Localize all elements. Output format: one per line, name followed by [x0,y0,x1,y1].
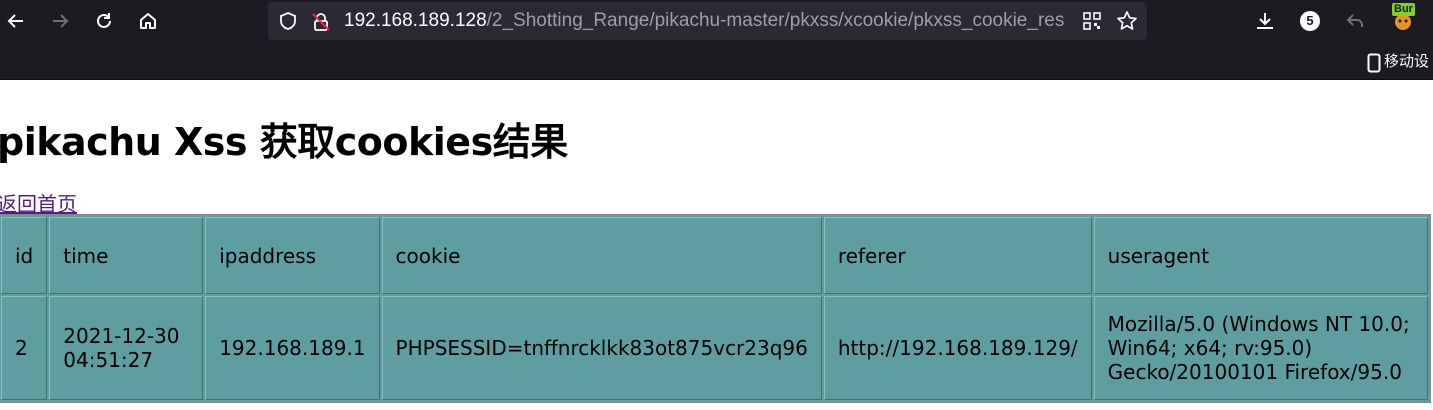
url-path: /2_Shotting_Range/pikachu-master/pkxss/x… [486,10,1064,31]
cell-referer: http://192.168.189.129/ [823,296,1092,400]
table-row: 2 2021-12-30 04:51:27 192.168.189.1 PHPS… [1,296,1428,400]
burp-extension-label: Bur [1392,3,1415,16]
cell-id: 2 [1,296,48,400]
bookmarks-bar: 移动设 [0,42,1433,80]
header-referer: referer [823,217,1092,294]
shield-icon[interactable] [278,11,298,31]
url-text[interactable]: 192.168.189.128/2_Shotting_Range/pikachu… [344,2,1064,40]
mobile-device-icon[interactable] [1367,53,1381,73]
back-arrow-icon [7,14,23,28]
cookie-results-table: id time ipaddress cookie referer userage… [0,214,1431,403]
home-icon [140,13,156,29]
url-bar[interactable]: 192.168.189.128/2_Shotting_Range/pikachu… [268,2,1147,40]
extension-badge[interactable]: 5 [1300,11,1320,31]
forward-button[interactable] [44,5,76,37]
forward-arrow-icon [53,14,69,28]
page-content: pikachu Xss 获取cookies结果 返回首页 id time ipa… [0,81,1433,410]
cell-ipaddress: 192.168.189.1 [205,296,380,400]
header-ipaddress: ipaddress [205,217,380,294]
cell-cookie: PHPSESSID=tnffnrcklkk83ot875vcr23q96 [381,296,822,400]
download-icon[interactable] [1254,10,1276,32]
cell-time: 2021-12-30 04:51:27 [49,296,204,400]
table-header-row: id time ipaddress cookie referer userage… [1,217,1428,294]
reload-button[interactable] [88,5,120,37]
qr-code-icon[interactable] [1082,11,1102,31]
page-title: pikachu Xss 获取cookies结果 [0,120,568,164]
reply-arrow-icon[interactable] [1344,10,1366,32]
browser-toolbar: 192.168.189.128/2_Shotting_Range/pikachu… [0,0,1433,42]
header-useragent: useragent [1093,217,1428,294]
insecure-lock-icon[interactable] [310,11,332,33]
url-host: 192.168.189.128 [344,10,487,31]
mobile-mode-label[interactable]: 移动设 [1384,42,1429,80]
header-time: time [49,217,204,294]
home-link[interactable]: 返回首页 [0,188,77,217]
back-button[interactable] [0,5,32,37]
cell-useragent: Mozilla/5.0 (Windows NT 10.0; Win64; x64… [1093,296,1428,400]
header-id: id [1,217,48,294]
header-cookie: cookie [381,217,822,294]
bookmark-star-icon[interactable] [1116,10,1138,32]
reload-icon [97,13,111,28]
home-button[interactable] [132,5,164,37]
